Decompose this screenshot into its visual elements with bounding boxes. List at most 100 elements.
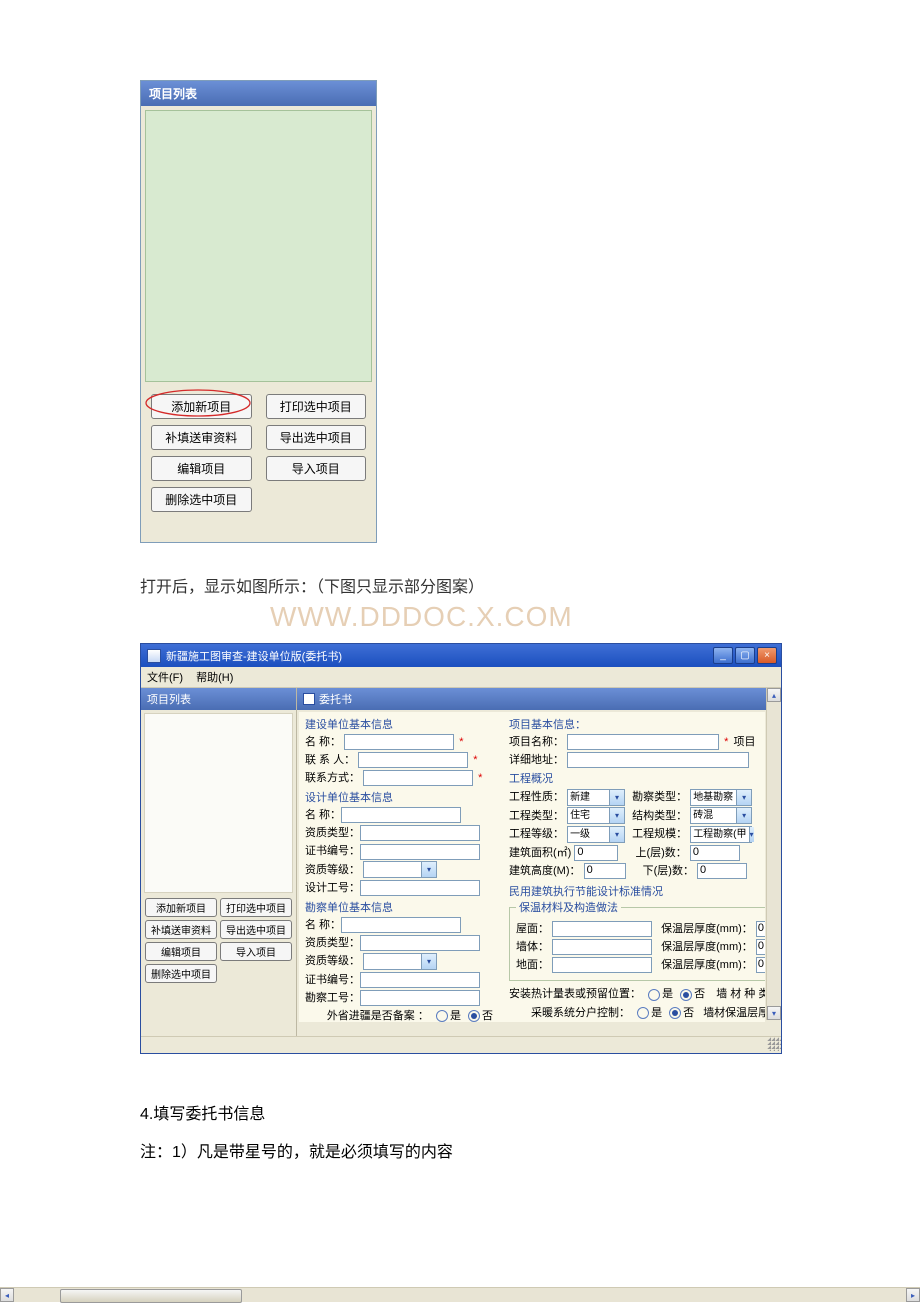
dname-input[interactable] [341, 807, 461, 823]
roof-thick-input[interactable]: 0 [756, 921, 765, 937]
kname-input[interactable] [341, 917, 461, 933]
chevron-down-icon: ▾ [736, 790, 751, 805]
kcertno-input[interactable] [360, 972, 480, 988]
menu-file[interactable]: 文件(F) [147, 672, 183, 684]
edit-project-button[interactable]: 编辑项目 [151, 456, 252, 481]
main-area: 委托书 建设单位基本信息 名 称： * 联 系 人： [297, 688, 781, 1036]
floors-up-label: 上(层)数： [635, 844, 686, 860]
resize-grip-icon[interactable] [767, 1037, 781, 1051]
chevron-down-icon: ▾ [609, 808, 624, 823]
floors-dn-input[interactable]: 0 [697, 863, 747, 879]
wall-label: 墙体： [516, 938, 549, 954]
sb-print-button[interactable]: 打印选中项目 [220, 898, 292, 917]
scroll-up-icon[interactable]: ▴ [767, 688, 781, 702]
phone-input[interactable] [363, 770, 473, 786]
heatmeter-yes-radio[interactable] [648, 989, 660, 1001]
designno-input[interactable] [360, 880, 480, 896]
projname-label: 项目名称： [509, 733, 564, 749]
scroll-down-icon[interactable]: ▾ [767, 1006, 781, 1020]
note-text: 注：1）凡是带星号的，就是必须填写的内容 [140, 1138, 780, 1162]
print-selected-button[interactable]: 打印选中项目 [266, 394, 367, 419]
scroll-right-icon[interactable]: ▸ [906, 1288, 920, 1302]
menu-bar: 文件(F) 帮助(H) [141, 667, 781, 688]
vertical-scrollbar[interactable]: ▴ ▾ [766, 688, 781, 1020]
chevron-down-icon: ▾ [736, 808, 751, 823]
title-bar[interactable]: 新疆施工图审查-建设单位版(委托书) _ ▢ × [141, 644, 781, 667]
projtype-select[interactable]: 住宅▾ [567, 807, 625, 824]
ksurveyno-input[interactable] [360, 990, 480, 1006]
step4-text: 4.填写委托书信息 [140, 1100, 780, 1124]
roof-input[interactable] [552, 921, 652, 937]
import-project-button[interactable]: 导入项目 [266, 456, 367, 481]
projtype-label: 工程类型： [509, 807, 564, 823]
export-selected-button[interactable]: 导出选中项目 [266, 425, 367, 450]
wall-input[interactable] [552, 939, 652, 955]
contact-input[interactable] [358, 752, 468, 768]
sb-supplement-button[interactable]: 补填送审资料 [145, 920, 217, 939]
filed-no-radio[interactable] [468, 1010, 480, 1022]
projgrade-select[interactable]: 一级▾ [567, 826, 625, 843]
document-title: 委托书 [319, 691, 352, 707]
kqualgrade-select[interactable]: ▾ [363, 953, 437, 970]
sec-survey-unit: 勘察单位基本信息 [305, 899, 501, 915]
addr-label: 详细地址： [509, 751, 564, 767]
menu-help[interactable]: 帮助(H) [196, 672, 233, 684]
trailing-text: 4.填写委托书信息 注：1）凡是带星号的，就是必须填写的内容 [140, 1100, 780, 1162]
sb-export-button[interactable]: 导出选中项目 [220, 920, 292, 939]
scroll-thumb[interactable] [60, 1289, 242, 1303]
certno-input[interactable] [360, 844, 480, 860]
sidebar-project-list[interactable] [144, 713, 293, 893]
caption-text: 打开后，显示如图所示：（下图只显示部分图案） [140, 579, 484, 596]
heatctrl-label: 采暖系统分户控制： [531, 1004, 630, 1020]
scale-select[interactable]: 工程勘察(甲▾ [690, 826, 752, 843]
height-input[interactable]: 0 [584, 863, 626, 879]
heatctrl-no-radio[interactable] [669, 1007, 681, 1019]
add-new-project-button[interactable]: 添加新项目 [151, 394, 252, 419]
sb-import-button[interactable]: 导入项目 [220, 942, 292, 961]
nature-select[interactable]: 新建▾ [567, 789, 625, 806]
qualtype-input[interactable] [360, 825, 480, 841]
structtype-select[interactable]: 砖混▾ [690, 807, 752, 824]
area-input[interactable]: 0 [574, 845, 618, 861]
chevron-down-icon: ▾ [421, 954, 436, 969]
window-title: 新疆施工图审查-建设单位版(委托书) [166, 648, 713, 664]
ground-thick-input[interactable]: 0 [756, 957, 765, 973]
ground-input[interactable] [552, 957, 652, 973]
chevron-down-icon: ▾ [609, 790, 624, 805]
close-button[interactable]: × [757, 647, 777, 664]
sb-edit-button[interactable]: 编辑项目 [145, 942, 217, 961]
sec-project-basic: 项目基本信息： [509, 716, 761, 732]
heatctrl-yes-radio[interactable] [637, 1007, 649, 1019]
wall-thick-input[interactable]: 0 [756, 939, 765, 955]
structtype-label: 结构类型： [632, 807, 687, 823]
minimize-button[interactable]: _ [713, 647, 733, 664]
name-input[interactable] [344, 734, 454, 750]
roof-thick-label: 保温层厚度(mm)： [661, 920, 753, 936]
heatmeter-no-radio[interactable] [680, 989, 692, 1001]
scroll-left-icon[interactable]: ◂ [0, 1288, 14, 1302]
commission-form: 建设单位基本信息 名 称： * 联 系 人： * 联系方式： [299, 712, 765, 1022]
addr-input[interactable] [567, 752, 749, 768]
qualgrade-select[interactable]: ▾ [363, 861, 437, 878]
supplement-materials-button[interactable]: 补填送审资料 [151, 425, 252, 450]
floors-up-input[interactable]: 0 [690, 845, 740, 861]
roof-label: 屋面： [516, 920, 549, 936]
sb-delete-button[interactable]: 删除选中项目 [145, 964, 217, 983]
surveytype-select[interactable]: 地基勘察▾ [690, 789, 752, 806]
filed-yes-radio[interactable] [436, 1010, 448, 1022]
chevron-down-icon: ▾ [609, 827, 624, 842]
delete-selected-button[interactable]: 删除选中项目 [151, 487, 252, 512]
certno-label: 证书编号： [305, 842, 360, 858]
panel-title: 项目列表 [141, 81, 376, 106]
app-window: 新疆施工图审查-建设单位版(委托书) _ ▢ × 文件(F) 帮助(H) 项目列… [140, 643, 782, 1054]
qualtype-label: 资质类型： [305, 824, 360, 840]
projname-input[interactable] [567, 734, 719, 750]
projname-tail: 项目 [733, 736, 755, 748]
chevron-down-icon: ▾ [749, 827, 754, 842]
kqualtype-input[interactable] [360, 935, 480, 951]
maximize-button[interactable]: ▢ [735, 647, 755, 664]
horizontal-scrollbar[interactable]: ◂ ▸ [0, 1287, 920, 1302]
sb-add-button[interactable]: 添加新项目 [145, 898, 217, 917]
project-list-area[interactable] [145, 110, 372, 382]
dname-label: 名 称： [305, 806, 341, 822]
